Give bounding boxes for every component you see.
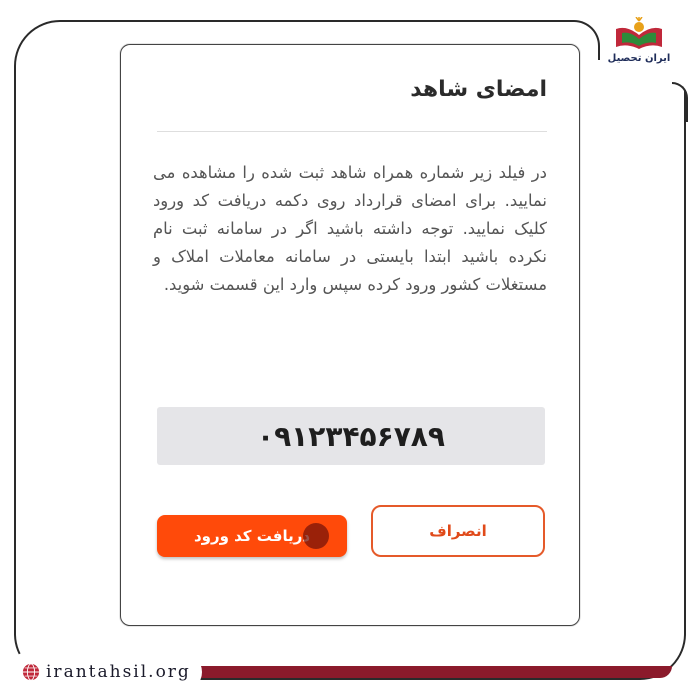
cancel-button[interactable]: انصراف bbox=[371, 505, 545, 557]
dialog-description: در فیلد زیر شماره همراه شاهد ثبت شده را … bbox=[153, 163, 547, 294]
title-divider bbox=[157, 131, 547, 132]
logo-text: ایران تحصیل bbox=[607, 52, 671, 64]
witness-phone-field[interactable]: ۰۹۱۲۳۴۵۶۷۸۹ bbox=[157, 407, 545, 465]
dialog-title: امضای شاهد bbox=[410, 77, 547, 102]
witness-signature-dialog: امضای شاهد در فیلد زیر شماره همراه شاهد … bbox=[120, 44, 580, 626]
brand-logo: ایران تحصیل bbox=[600, 6, 678, 74]
website-badge: irantahsil.org bbox=[8, 652, 202, 692]
globe-icon bbox=[22, 663, 40, 681]
bottom-accent-bar bbox=[200, 666, 672, 678]
logo-book-icon bbox=[616, 16, 662, 49]
website-url: irantahsil.org bbox=[46, 662, 191, 682]
cursor-indicator bbox=[303, 523, 329, 549]
